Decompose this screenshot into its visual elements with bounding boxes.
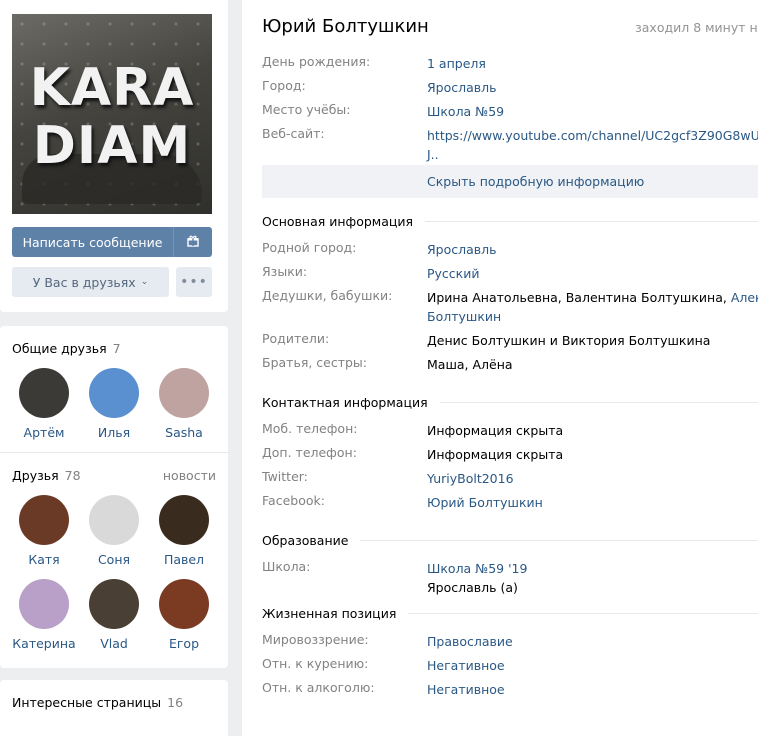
grandparent-link[interactable]: Александ [731,290,758,305]
page-title: Юрий Болтушкин [262,16,429,37]
hometown-link[interactable]: Ярославль [427,240,497,259]
hide-details-button[interactable]: Скрыть подробную информацию [262,165,758,198]
more-dots-icon: ••• [180,274,208,290]
grandparents-value: Ирина Анатольевна, Валентина Болтушкина,… [427,288,758,326]
more-actions-button[interactable]: ••• [176,267,212,297]
section-title-education: Образование [242,531,758,549]
gift-button[interactable] [173,227,212,257]
friend-item[interactable]: Артём [17,368,71,440]
avatar-logo-line-1: KARA [29,58,195,118]
additional-phone-value: Информация скрыта [427,447,564,462]
info-label: Facebook: [262,493,325,508]
profile-info-panel: Юрий Болтушкин заходил 8 минут наз День … [242,0,758,736]
section-title-main: Основная информация [242,212,758,230]
section-title-contacts: Контактная информация [242,393,758,411]
info-label: Моб. телефон: [262,421,358,436]
friend-item[interactable]: Катя [17,495,71,567]
avatar-logo-line-2: DIAM [32,116,192,176]
info-label: Город: [262,78,306,93]
mutual-friends-title: Общие друзья [12,340,107,356]
friends-header[interactable]: Друзья 78 новости [12,467,216,483]
info-label: Twitter: [262,469,308,484]
info-label: Языки: [262,264,308,279]
avatar [19,495,69,545]
info-label: Мировоззрение: [262,632,369,647]
school-city-value: Ярославль (а) [427,580,518,595]
profile-avatar[interactable]: KARA DIAM [12,14,212,214]
info-label: Отн. к алкоголю: [262,680,375,695]
friends-title: Друзья [12,467,59,483]
website-link[interactable]: https://www.youtube.com/channel/UC2gcf3Z… [427,126,758,164]
left-column: KARA DIAM Написать сообщение У Вас в дру… [0,0,228,736]
twitter-link[interactable]: YuriyBolt2016 [427,469,514,488]
avatar [19,368,69,418]
avatar [19,579,69,629]
avatar [159,579,209,629]
in-friends-dropdown[interactable]: У Вас в друзьях ⌄ [12,267,169,297]
friend-item[interactable]: Катерина [12,579,76,651]
info-label: Веб-сайт: [262,126,325,141]
alcohol-link[interactable]: Негативное [427,680,505,699]
mutual-friends-count: 7 [112,340,121,356]
language-link[interactable]: Русский [427,264,479,283]
write-message-button[interactable]: Написать сообщение [12,227,173,257]
facebook-link[interactable]: Юрий Болтушкин [427,493,543,512]
siblings-value: Маша, Алёна [427,357,513,372]
in-friends-label: У Вас в друзьях [32,274,136,290]
interesting-pages-card: Интересные страницы 16 [0,680,228,736]
info-label: Отн. к курению: [262,656,369,671]
friend-item[interactable]: Егор [157,579,211,651]
info-label: Родной город: [262,240,357,255]
info-label: День рождения: [262,54,371,69]
grandparent-link-cont[interactable]: Болтушкин [427,307,758,326]
birthday-link[interactable]: 1 апреля [427,54,486,73]
gift-icon [187,235,199,250]
section-title-position: Жизненная позиция [242,604,758,622]
friend-item[interactable]: Павел [157,495,211,567]
info-label: Родители: [262,331,330,346]
last-seen-status: заходил 8 минут наз [635,20,758,35]
interesting-pages-header[interactable]: Интересные страницы 16 [12,694,216,710]
chevron-down-icon: ⌄ [140,277,149,287]
parents-value: Денис Болтушкин и Виктория Болтушкина [427,333,711,348]
avatar [89,368,139,418]
city-link[interactable]: Ярославль [427,78,497,97]
avatar [89,579,139,629]
mutual-friends-header[interactable]: Общие друзья 7 [12,340,216,356]
mobile-phone-value: Информация скрыта [427,423,564,438]
friend-item[interactable]: Vlad [87,579,141,651]
interesting-pages-count: 16 [167,694,184,710]
friend-item[interactable]: Илья [87,368,141,440]
avatar [159,368,209,418]
friends-card: Общие друзья 7 Артём Илья Sasha Друзья 78 … [0,326,228,668]
info-label: Дедушки, бабушки: [262,288,393,303]
school-link[interactable]: Школа №59 [427,102,504,121]
worldview-link[interactable]: Православие [427,632,513,651]
info-label: Доп. телефон: [262,445,357,460]
info-label: Братья, сестры: [262,355,368,370]
avatar [159,495,209,545]
friends-count: 78 [64,467,81,483]
avatar [89,495,139,545]
friend-item[interactable]: Соня [87,495,141,567]
interesting-pages-title: Интересные страницы [12,694,162,710]
info-label: Школа: [262,559,311,574]
smoking-link[interactable]: Негативное [427,656,505,675]
school-history-link[interactable]: Школа №59 '19 [427,559,527,578]
info-label: Место учёбы: [262,102,351,117]
profile-photo-card: KARA DIAM Написать сообщение У Вас в дру… [0,0,228,312]
friend-item[interactable]: Sasha [157,368,211,440]
friends-news-link[interactable]: новости [163,468,216,483]
